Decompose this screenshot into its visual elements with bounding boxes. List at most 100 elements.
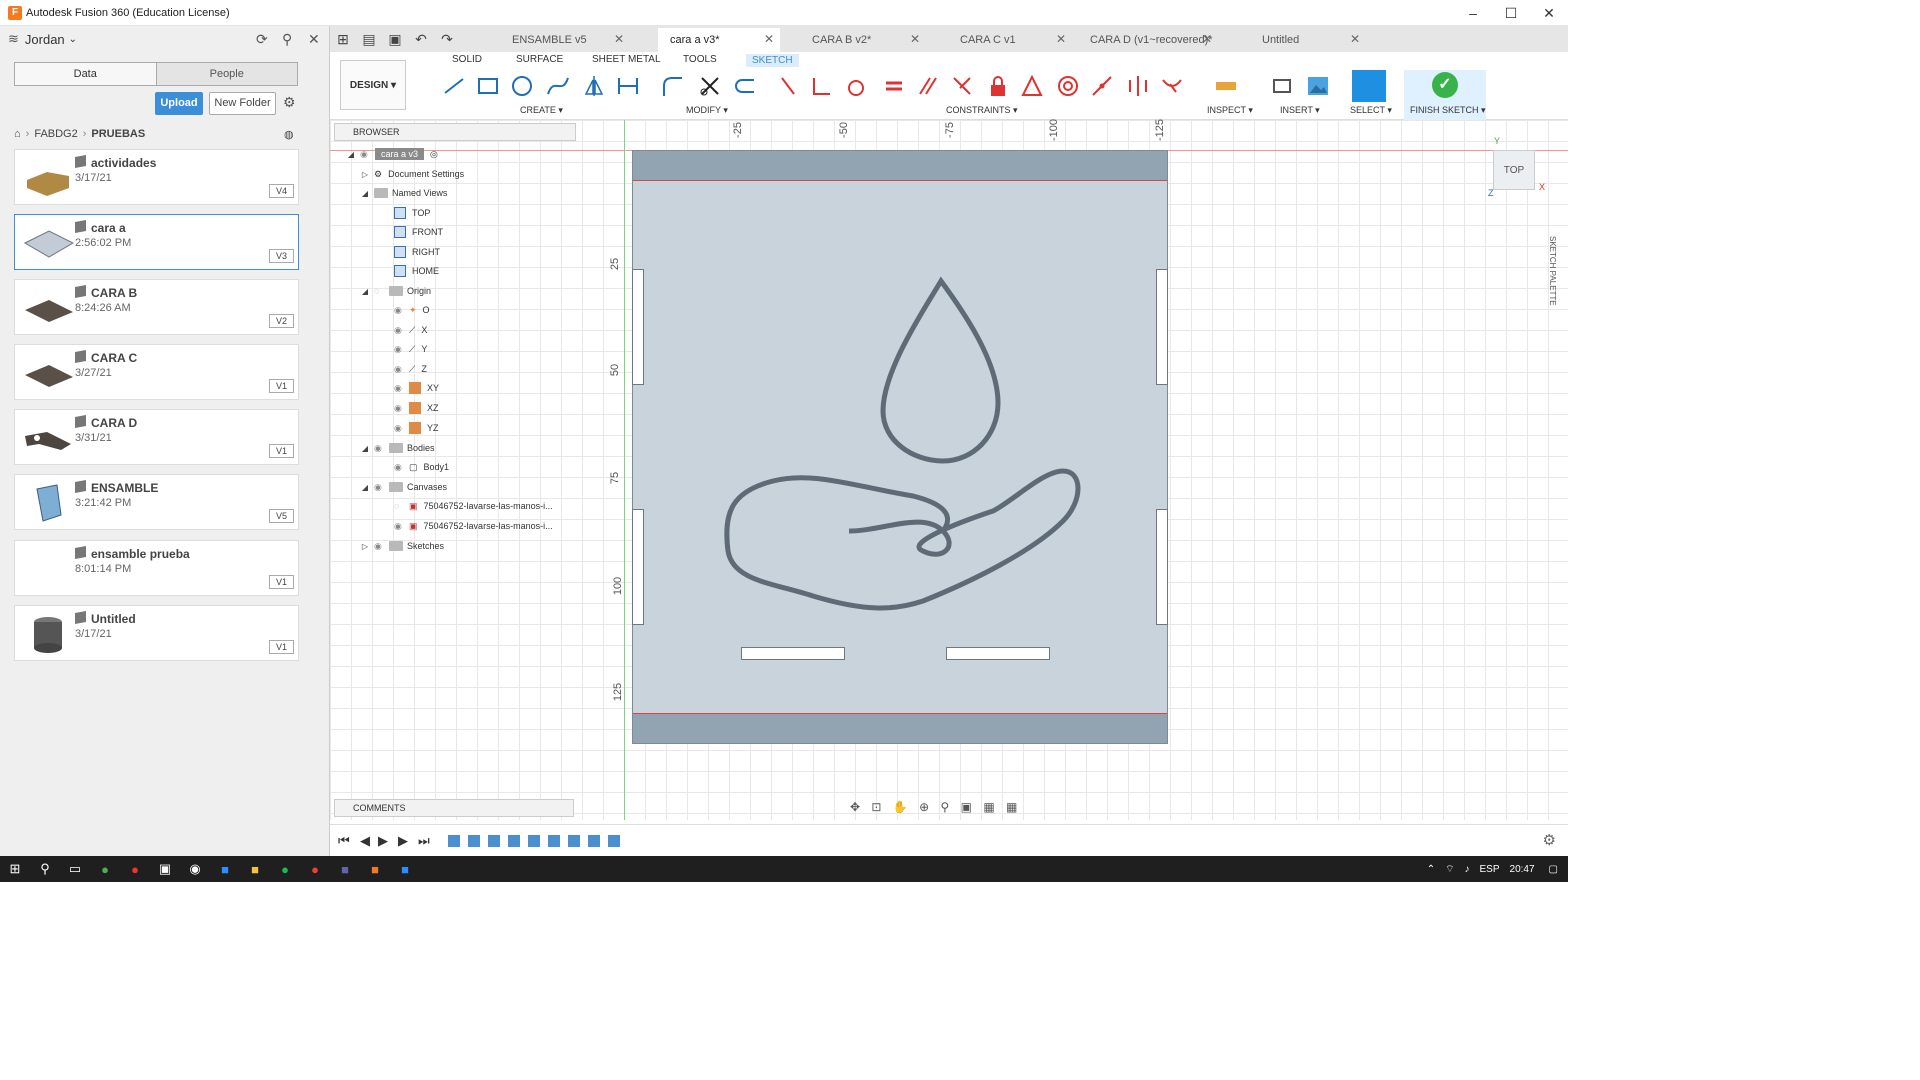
redo-icon[interactable]: ↷ — [434, 31, 460, 48]
close-panel-icon[interactable]: ✕ — [308, 31, 320, 48]
workspace-switcher[interactable]: DESIGN ▾ — [340, 60, 406, 110]
upload-button[interactable]: Upload — [155, 92, 203, 115]
tree-item-canvas[interactable]: ◌ ▣ 75046752-lavarse-las-manos-i... — [394, 497, 553, 515]
sketch-palette-toggle[interactable]: SKETCH PALETTE — [1548, 236, 1557, 306]
user-name[interactable]: Jordan — [25, 32, 65, 47]
doc-tab-active[interactable]: cara a v3* ✕ — [658, 28, 780, 52]
new-folder-button[interactable]: New Folder — [209, 92, 276, 115]
file-card[interactable]: ENSAMBLE 3:21:42 PM V5 — [14, 474, 299, 530]
tab-tools[interactable]: TOOLS — [683, 54, 717, 65]
create-group-label[interactable]: CREATE ▾ — [520, 105, 563, 116]
pan-icon[interactable]: ✋ — [893, 800, 908, 814]
symmetry-icon[interactable] — [1126, 74, 1150, 98]
select-group-label[interactable]: SELECT ▾ — [1350, 105, 1392, 116]
file-card[interactable]: cara a 2:56:02 PM V3 — [14, 214, 299, 270]
comments-panel[interactable]: COMMENTS — [334, 799, 574, 817]
tab-data[interactable]: Data — [15, 63, 157, 85]
file-card[interactable]: CARA C 3/27/21 V1 — [14, 344, 299, 400]
teams-icon[interactable]: ■ — [330, 862, 360, 877]
tree-item-axis-y[interactable]: ◉ ⟋ Y — [394, 340, 427, 358]
line-tool-icon[interactable] — [442, 74, 466, 98]
tab-sheet-metal[interactable]: SHEET METAL — [592, 54, 661, 65]
close-tab-icon[interactable]: ✕ — [764, 32, 774, 46]
windows-start-icon[interactable]: ⊞ — [0, 861, 30, 877]
file-card[interactable]: CARA B 8:24:26 AM V2 — [14, 279, 299, 335]
version-badge[interactable]: V2 — [269, 314, 294, 328]
fusion-taskbar-icon[interactable]: ■ — [360, 862, 390, 877]
measure-icon[interactable] — [1214, 74, 1238, 98]
tree-item-named-views[interactable]: ◢ Named Views — [360, 184, 447, 202]
coincident-icon[interactable] — [776, 74, 800, 98]
close-tab-icon[interactable]: ✕ — [910, 32, 920, 46]
tab-people[interactable]: People — [156, 63, 297, 85]
app-grid-icon[interactable]: ⊞ — [330, 31, 356, 48]
search-icon[interactable]: ⚲ — [282, 31, 292, 48]
file-menu-icon[interactable]: ▤ — [356, 31, 382, 48]
timeline-last-icon[interactable]: ⏭ — [418, 833, 430, 849]
clock[interactable]: 20:47 — [1510, 864, 1535, 875]
chrome-icon[interactable]: ● — [300, 862, 330, 877]
curvature-icon[interactable] — [1160, 74, 1184, 98]
tree-item-view-right[interactable]: RIGHT — [394, 243, 440, 261]
whatsapp-icon[interactable]: ● — [90, 862, 120, 877]
select-tool-button[interactable] — [1352, 70, 1386, 102]
perpendicular-cross-icon[interactable] — [950, 74, 974, 98]
insert-group-label[interactable]: INSERT ▾ — [1280, 105, 1320, 116]
file-explorer-icon[interactable]: ■ — [240, 862, 270, 877]
home-icon[interactable]: ⌂ — [14, 128, 21, 140]
modify-group-label[interactable]: MODIFY ▾ — [686, 105, 728, 116]
chevron-up-icon[interactable]: ⌃ — [1427, 864, 1435, 875]
language-indicator[interactable]: ESP — [1480, 864, 1500, 875]
notifications-icon[interactable]: ▢ — [1549, 864, 1558, 875]
gear-icon[interactable]: ⚙ — [283, 94, 296, 111]
close-tab-icon[interactable]: ✕ — [1056, 32, 1066, 46]
version-badge[interactable]: V3 — [269, 249, 294, 263]
file-card[interactable]: Untitled 3/17/21 V1 — [14, 605, 299, 661]
taskbar-search-icon[interactable]: ⚲ — [30, 861, 60, 877]
settings-gear-icon[interactable]: ⚙ — [1543, 831, 1556, 849]
tree-item-canvas[interactable]: ◉ ▣ 75046752-lavarse-las-manos-i... — [394, 517, 553, 535]
tangent-icon[interactable] — [844, 74, 868, 98]
timeline-prev-icon[interactable]: ◀ — [360, 833, 370, 849]
look-at-icon[interactable]: ⊡ — [871, 800, 881, 814]
photos-icon[interactable]: ■ — [390, 862, 420, 877]
lock-icon[interactable] — [986, 74, 1010, 98]
sketch-plate[interactable] — [632, 150, 1168, 744]
tab-sketch[interactable]: SKETCH — [746, 54, 799, 67]
version-badge[interactable]: V1 — [269, 640, 294, 654]
viewcube[interactable]: TOP — [1493, 150, 1535, 190]
refresh-icon[interactable]: ⟳ — [256, 31, 268, 48]
version-badge[interactable]: V5 — [269, 509, 294, 523]
parallel-icon[interactable] — [916, 74, 940, 98]
rectangle-tool-icon[interactable] — [476, 74, 500, 98]
mirror-tool-icon[interactable] — [582, 74, 606, 98]
doc-tab[interactable]: ENSAMBLE v5 ✕ — [500, 28, 630, 52]
close-button[interactable]: ✕ — [1530, 0, 1568, 26]
zoom-icon[interactable]: ⊕ — [919, 800, 929, 814]
timeline-play-icon[interactable]: ▶ — [378, 833, 388, 849]
tree-root[interactable]: ◢ ◉ cara a v3 ◎ — [346, 145, 438, 163]
version-badge[interactable]: V1 — [269, 379, 294, 393]
breadcrumb-item[interactable]: PRUEBAS — [91, 128, 145, 140]
tree-item-axis-z[interactable]: ◉ ⟋ Z — [394, 360, 427, 378]
undo-icon[interactable]: ↶ — [408, 31, 434, 48]
activate-icon[interactable]: ◎ — [430, 149, 438, 160]
tree-item-axis-x[interactable]: ◉ ⟋ X — [394, 321, 427, 339]
collapse-icon[interactable]: ◢ — [346, 150, 356, 159]
app-icon[interactable]: ● — [120, 862, 150, 877]
spline-tool-icon[interactable] — [546, 74, 570, 98]
app-icon[interactable]: ◉ — [180, 861, 210, 877]
version-badge[interactable]: V1 — [269, 444, 294, 458]
viewports-icon[interactable]: ▦ — [1006, 800, 1017, 814]
insert-derive-icon[interactable] — [1270, 74, 1294, 98]
constraints-group-label[interactable]: CONSTRAINTS ▾ — [946, 105, 1018, 116]
timeline-next-icon[interactable]: ▶ — [398, 833, 408, 849]
tree-item-view-top[interactable]: TOP — [394, 204, 430, 222]
chevron-down-icon[interactable]: ⌄ — [69, 34, 77, 45]
fit-icon[interactable]: ⚲ — [941, 800, 950, 814]
tree-item-sketches[interactable]: ▷ ◉ Sketches — [360, 537, 444, 555]
file-card[interactable]: actividades 3/17/21 V4 — [14, 149, 299, 205]
tree-item-plane-xy[interactable]: ◉ XY — [394, 379, 439, 397]
doc-tab[interactable]: CARA D (v1~recovered)* ✕ — [1078, 28, 1218, 52]
equal-icon[interactable] — [882, 74, 906, 98]
